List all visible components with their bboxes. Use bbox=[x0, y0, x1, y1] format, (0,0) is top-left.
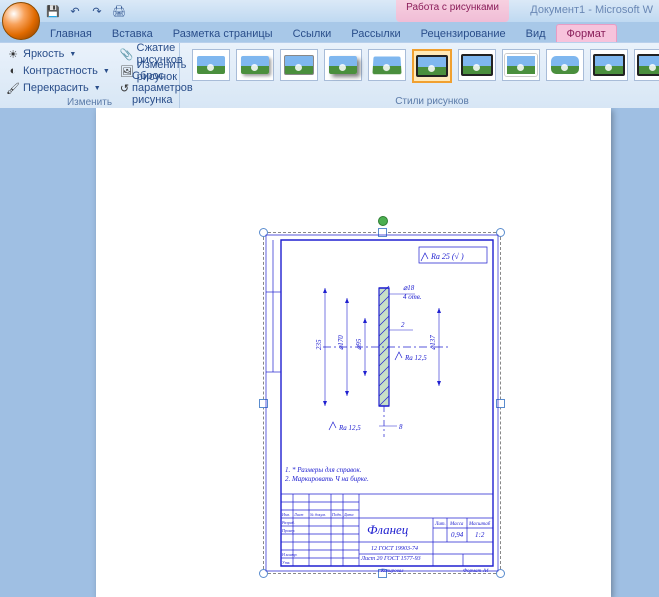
svg-text:А4: А4 bbox=[482, 569, 489, 574]
svg-text:Масса: Масса bbox=[449, 522, 464, 527]
svg-text:8: 8 bbox=[399, 423, 403, 431]
tab-home[interactable]: Главная bbox=[40, 25, 102, 42]
reset-icon: ↺ bbox=[120, 81, 129, 95]
picture-style-gallery bbox=[186, 45, 659, 83]
style-thumb-6-selected[interactable] bbox=[412, 49, 452, 83]
engineering-drawing: Ra 25 (√ ) bbox=[263, 232, 501, 574]
save-icon[interactable]: 💾 bbox=[44, 2, 62, 20]
brightness-button[interactable]: ☀Яркость▼ bbox=[6, 46, 110, 62]
tab-review[interactable]: Рецензирование bbox=[411, 25, 516, 42]
svg-text:Утв.: Утв. bbox=[282, 560, 290, 565]
svg-text:Лист: Лист bbox=[293, 512, 303, 517]
document-workspace[interactable]: Ra 25 (√ ) bbox=[0, 108, 659, 597]
svg-text:Ra 25 (√ ): Ra 25 (√ ) bbox=[430, 252, 464, 261]
svg-text:2. Маркировать Ч на бирке.: 2. Маркировать Ч на бирке. bbox=[285, 475, 369, 483]
tab-page-layout[interactable]: Разметка страницы bbox=[163, 25, 283, 42]
contrast-button[interactable]: ◐Контрастность▼ bbox=[6, 63, 110, 79]
tab-links[interactable]: Ссылки bbox=[283, 25, 342, 42]
print-icon[interactable]: 🖨 bbox=[110, 2, 128, 20]
svg-text:Лист 20 ГОСТ 1577-93: Лист 20 ГОСТ 1577-93 bbox=[360, 556, 421, 562]
compress-icon: 📎 bbox=[120, 47, 134, 61]
redo-icon[interactable]: ↷ bbox=[88, 2, 106, 20]
style-thumb-9[interactable] bbox=[546, 49, 584, 81]
quick-access-toolbar: 💾 ↶ ↷ 🖨 bbox=[44, 2, 128, 20]
style-thumb-4[interactable] bbox=[324, 49, 362, 81]
svg-text:Подп.: Подп. bbox=[331, 512, 342, 517]
svg-text:⌀170: ⌀170 bbox=[337, 335, 345, 350]
recolor-icon: 🖌 bbox=[6, 81, 20, 95]
titlebar: 💾 ↶ ↷ 🖨 Работа с рисунками Документ1 - M… bbox=[0, 0, 659, 22]
style-thumb-8[interactable] bbox=[502, 49, 540, 81]
svg-text:Разраб.: Разраб. bbox=[281, 520, 295, 525]
svg-text:235: 235 bbox=[315, 339, 323, 350]
svg-text:1:2: 1:2 bbox=[475, 531, 485, 539]
svg-text:1. * Размеры для справок.: 1. * Размеры для справок. bbox=[285, 466, 362, 474]
svg-text:Н.контр.: Н.контр. bbox=[281, 552, 297, 557]
style-thumb-11[interactable] bbox=[634, 49, 659, 81]
svg-text:Дата: Дата bbox=[343, 512, 353, 517]
svg-text:4 отв.: 4 отв. bbox=[403, 293, 422, 301]
rotate-handle[interactable] bbox=[378, 216, 388, 226]
tab-mailings[interactable]: Рассылки bbox=[341, 25, 410, 42]
adjust-col-left: ☀Яркость▼ ◐Контрастность▼ 🖌Перекрасить▼ bbox=[6, 45, 110, 97]
group-adjust: ☀Яркость▼ ◐Контрастность▼ 🖌Перекрасить▼ … bbox=[0, 43, 180, 109]
word-window: 💾 ↶ ↷ 🖨 Работа с рисунками Документ1 - M… bbox=[0, 0, 659, 597]
document-title: Документ1 - Microsoft W bbox=[530, 4, 653, 16]
style-thumb-10[interactable] bbox=[590, 49, 628, 81]
tab-insert[interactable]: Вставка bbox=[102, 25, 163, 42]
svg-text:⌀137: ⌀137 bbox=[429, 335, 437, 350]
tab-view[interactable]: Вид bbox=[516, 25, 556, 42]
ribbon: ☀Яркость▼ ◐Контрастность▼ 🖌Перекрасить▼ … bbox=[0, 42, 659, 110]
style-thumb-2[interactable] bbox=[236, 49, 274, 81]
svg-text:Копировал: Копировал bbox=[380, 569, 403, 574]
svg-text:№ докум.: № докум. bbox=[309, 512, 326, 517]
style-thumb-1[interactable] bbox=[192, 49, 230, 81]
style-thumb-3[interactable] bbox=[280, 49, 318, 81]
svg-text:0,94: 0,94 bbox=[451, 531, 464, 539]
svg-text:Ra 12,5: Ra 12,5 bbox=[338, 424, 361, 432]
style-thumb-5[interactable] bbox=[368, 49, 406, 81]
svg-text:12 ГОСТ 19903-74: 12 ГОСТ 19903-74 bbox=[371, 545, 418, 552]
svg-text:Лит.: Лит. bbox=[434, 522, 446, 527]
recolor-button[interactable]: 🖌Перекрасить▼ bbox=[6, 80, 110, 96]
contrast-icon: ◐ bbox=[6, 64, 20, 78]
svg-text:Ra 12,5: Ra 12,5 bbox=[404, 354, 427, 362]
page: Ra 25 (√ ) bbox=[96, 108, 611, 597]
svg-text:Изм.: Изм. bbox=[281, 512, 290, 517]
svg-text:⌀18: ⌀18 bbox=[403, 284, 415, 292]
svg-text:2: 2 bbox=[401, 321, 405, 329]
ribbon-tabs: Главная Вставка Разметка страницы Ссылки… bbox=[40, 22, 659, 42]
svg-text:Фланец: Фланец bbox=[367, 522, 409, 537]
svg-text:Масштаб: Масштаб bbox=[468, 522, 491, 527]
brightness-icon: ☀ bbox=[6, 47, 20, 61]
contextual-tab-label: Работа с рисунками bbox=[396, 0, 509, 22]
selected-picture[interactable]: Ra 25 (√ ) bbox=[263, 232, 501, 574]
svg-text:Провер.: Провер. bbox=[281, 528, 295, 533]
undo-icon[interactable]: ↶ bbox=[66, 2, 84, 20]
style-thumb-7[interactable] bbox=[458, 49, 496, 81]
office-button[interactable] bbox=[2, 2, 40, 40]
tab-format[interactable]: Формат bbox=[556, 24, 617, 42]
svg-text:Формат: Формат bbox=[463, 569, 481, 574]
group-picture-styles: Стили рисунков bbox=[180, 43, 659, 109]
svg-text:⌀95: ⌀95 bbox=[355, 338, 363, 350]
